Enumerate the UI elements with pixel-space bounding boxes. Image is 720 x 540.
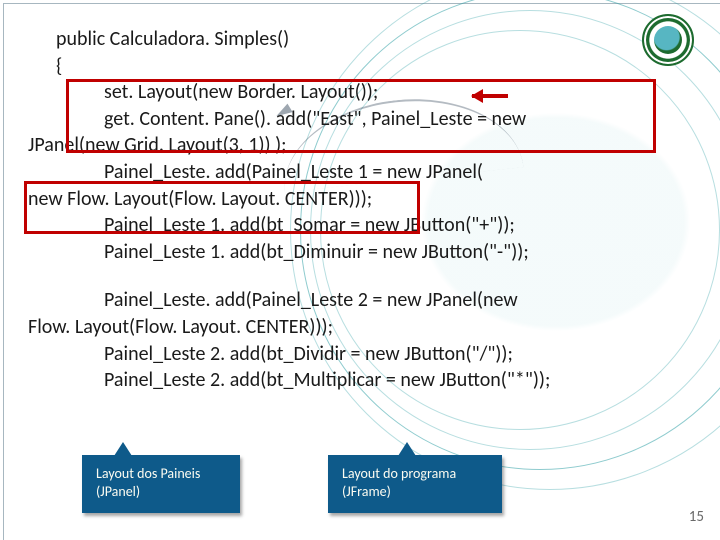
code-line: get. Content. Pane(). add("East", Painel…: [28, 106, 684, 133]
callout-line: Layout dos Paineis: [96, 465, 226, 483]
callout-line: Layout do programa: [342, 465, 488, 483]
code-line: {: [28, 53, 684, 80]
code-line: JPanel(new Grid. Layout(3, 1)) );: [28, 132, 684, 159]
callout-line: (JFrame): [342, 483, 488, 501]
code-line: Painel_Leste 1. add(bt_Somar = new JButt…: [28, 212, 684, 239]
callout-line: (JPanel): [96, 483, 226, 501]
callout-panel-layout: Layout dos Paineis (JPanel): [82, 455, 240, 513]
institution-logo: [642, 14, 694, 66]
code-line: Painel_Leste. add(Painel_Leste 2 = new J…: [28, 287, 684, 314]
code-line: public Calculadora. Simples(): [28, 26, 684, 53]
code-line: Painel_Leste 1. add(bt_Diminuir = new JB…: [28, 239, 684, 266]
code-line: set. Layout(new Border. Layout());: [28, 79, 684, 106]
code-line: new Flow. Layout(Flow. Layout. CENTER)))…: [28, 186, 684, 213]
code-block: public Calculadora. Simples() { set. Lay…: [28, 26, 684, 394]
callouts-row: Layout dos Paineis (JPanel) Layout do pr…: [0, 440, 720, 522]
code-line: Painel_Leste 2. add(bt_Multiplicar = new…: [28, 367, 684, 394]
arrow-icon: [464, 90, 508, 104]
code-line: Flow. Layout(Flow. Layout. CENTER)));: [28, 314, 684, 341]
callout-program-layout: Layout do programa (JFrame): [328, 455, 502, 513]
code-line: Painel_Leste. add(Painel_Leste 1 = new J…: [28, 159, 684, 186]
code-line: Painel_Leste 2. add(bt_Dividir = new JBu…: [28, 341, 684, 368]
page-number: 15: [689, 508, 704, 526]
